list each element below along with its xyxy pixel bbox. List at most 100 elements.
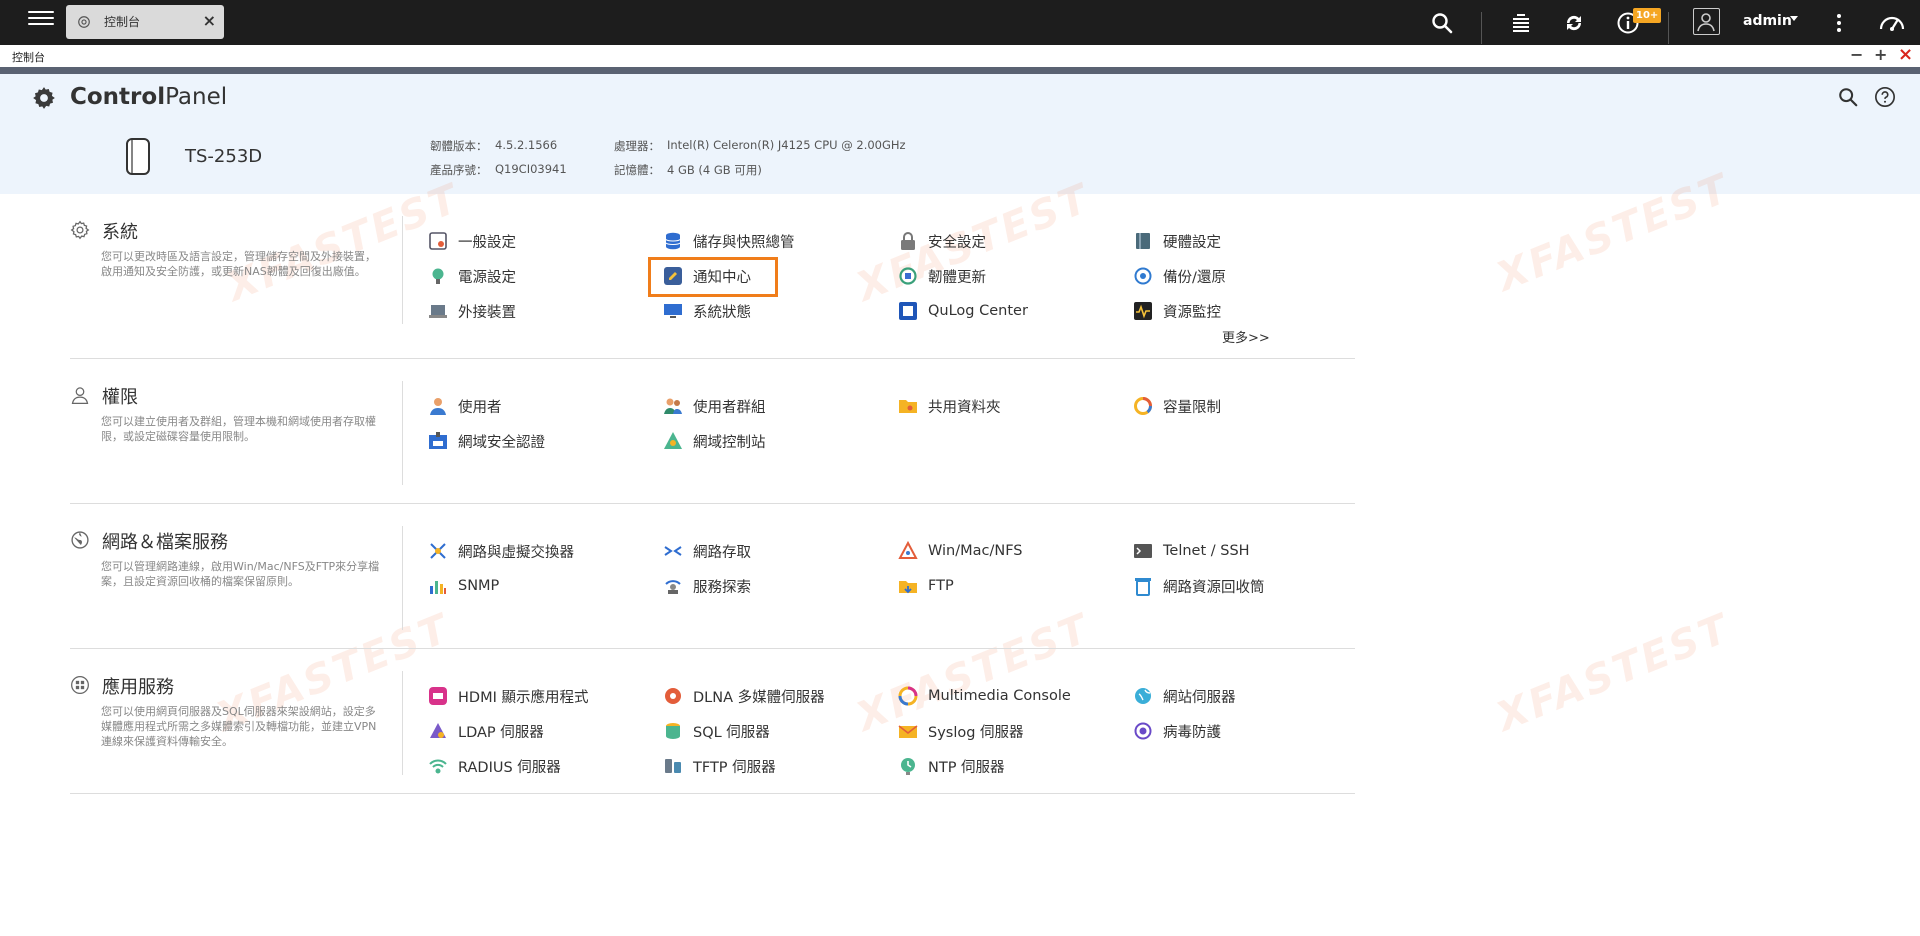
network-switch-icon xyxy=(430,543,446,559)
ftp-icon xyxy=(899,581,917,594)
item-domain-security[interactable]: 網域安全認證 xyxy=(428,429,545,453)
sync-icon[interactable] xyxy=(1562,11,1586,35)
item-network-access[interactable]: 網路存取 xyxy=(663,539,751,563)
app-tab-close-button[interactable]: × xyxy=(203,11,216,30)
main-menu-icon[interactable] xyxy=(28,9,54,35)
section-description: 您可以管理網路連線，啟用Win/Mac/NFS及FTP來分享檔案，且設定資源回收… xyxy=(101,560,380,588)
item-security[interactable]: 安全設定 xyxy=(898,229,986,253)
item-service-discovery[interactable]: 服務探索 xyxy=(663,574,751,598)
window-title-bar: 控制台 − + × xyxy=(0,45,1920,67)
item-hardware[interactable]: 硬體設定 xyxy=(1133,229,1221,253)
search-icon[interactable] xyxy=(1837,86,1859,108)
item-general-settings[interactable]: 一般設定 xyxy=(428,229,516,253)
user-avatar-icon[interactable] xyxy=(1693,8,1720,35)
item-shared-folders[interactable]: 共用資料夾 xyxy=(898,394,1001,418)
firmware-update-icon xyxy=(899,267,917,285)
hardware-icon xyxy=(1136,233,1150,249)
lightbulb-icon xyxy=(432,268,444,284)
resource-monitor-icon xyxy=(1134,302,1152,320)
user-icon xyxy=(430,398,446,415)
section-description: 您可以使用網頁伺服器及SQL伺服器來架設網站，設定多媒體應用程式所需之多媒體索引… xyxy=(101,705,377,748)
gear-outline-icon xyxy=(70,220,90,240)
item-snmp[interactable]: SNMP xyxy=(428,574,499,598)
chevron-down-icon[interactable] xyxy=(1790,16,1798,21)
nas-device-icon xyxy=(126,138,150,175)
qulog-icon xyxy=(899,302,917,320)
hdmi-icon xyxy=(429,687,447,705)
sql-database-icon xyxy=(666,723,680,739)
item-radius-server[interactable]: RADIUS 伺服器 xyxy=(428,754,561,778)
virus-shield-icon xyxy=(1134,722,1152,740)
more-vertical-icon[interactable] xyxy=(1827,11,1851,35)
app-tab-control-panel[interactable]: 控制台 × xyxy=(66,5,224,39)
section-divider xyxy=(70,358,1355,359)
item-sql-server[interactable]: SQL 伺服器 xyxy=(663,719,770,743)
item-resource-monitor[interactable]: 資源監控 xyxy=(1133,299,1221,323)
window-maximize-button[interactable]: + xyxy=(1874,46,1887,64)
gear-icon xyxy=(78,16,90,28)
ldap-icon xyxy=(430,723,446,738)
item-ftp[interactable]: FTP xyxy=(898,574,954,598)
item-win-mac-nfs[interactable]: Win/Mac/NFS xyxy=(898,539,1023,563)
item-multimedia-console[interactable]: Multimedia Console xyxy=(898,684,1071,708)
tftp-icon xyxy=(665,759,681,773)
window-close-button[interactable]: × xyxy=(1898,46,1913,64)
section-vertical-divider xyxy=(402,381,403,485)
firmware-label: 韌體版本： xyxy=(430,139,488,153)
cpu-value: Intel(R) Celeron(R) J4125 CPU @ 2.00GHz xyxy=(667,138,906,152)
window-title: 控制台 xyxy=(12,51,45,64)
control-panel-header: ControlPanel TS-253D 韌體版本： 4.5.2.1566 產品… xyxy=(0,74,1920,194)
more-link[interactable]: 更多>> xyxy=(1222,327,1270,346)
item-firmware-update[interactable]: 韌體更新 xyxy=(898,264,986,288)
item-tftp-server[interactable]: TFTP 伺服器 xyxy=(663,754,776,778)
item-user-groups[interactable]: 使用者群組 xyxy=(663,394,766,418)
backup-restore-icon xyxy=(1134,267,1152,285)
item-hdmi-display[interactable]: HDMI 顯示應用程式 xyxy=(428,684,588,708)
pie-quota-icon xyxy=(1134,397,1152,415)
page-title: ControlPanel xyxy=(70,84,228,110)
memory-value: 4 GB (4 GB 可用) xyxy=(667,163,762,177)
dashboard-gauge-icon[interactable] xyxy=(1878,9,1906,37)
window-minimize-button[interactable]: − xyxy=(1850,46,1863,64)
item-qulog-center[interactable]: QuLog Center xyxy=(898,299,1028,323)
laptop-icon xyxy=(429,305,447,318)
item-dlna-media-server[interactable]: DLNA 多媒體伺服器 xyxy=(663,684,825,708)
item-users[interactable]: 使用者 xyxy=(428,394,502,418)
folder-icon xyxy=(899,400,917,413)
item-ntp-server[interactable]: NTP 伺服器 xyxy=(898,754,1005,778)
lock-icon xyxy=(901,232,915,250)
section-divider xyxy=(70,648,1355,649)
item-network-virtual-switch[interactable]: 網路與虛擬交換器 xyxy=(428,539,574,563)
item-system-status[interactable]: 系統狀態 xyxy=(663,299,751,323)
help-icon[interactable] xyxy=(1874,86,1896,108)
item-syslog-server[interactable]: Syslog 伺服器 xyxy=(898,719,1024,743)
section-title: 系統 xyxy=(102,222,138,243)
win-mac-nfs-icon xyxy=(898,541,918,559)
highlight-box xyxy=(648,257,778,297)
user-group-icon xyxy=(664,398,682,414)
item-web-server[interactable]: 網站伺服器 xyxy=(1133,684,1236,708)
watermark: XFASTEST xyxy=(1490,605,1738,741)
item-backup-restore[interactable]: 備份/還原 xyxy=(1133,264,1226,288)
section-divider xyxy=(70,503,1355,504)
user-name[interactable]: admin xyxy=(1743,13,1792,29)
item-quota[interactable]: 容量限制 xyxy=(1133,394,1221,418)
window-accent-line xyxy=(0,67,1920,74)
item-antivirus[interactable]: 病毒防護 xyxy=(1133,719,1221,743)
item-ldap-server[interactable]: LDAP 伺服器 xyxy=(428,719,544,743)
user-outline-icon xyxy=(71,387,89,404)
task-stack-icon[interactable] xyxy=(1509,11,1533,35)
section-title: 權限 xyxy=(102,387,138,408)
item-external-devices[interactable]: 外接裝置 xyxy=(428,299,516,323)
dlna-icon xyxy=(665,688,681,704)
top-bar: 控制台 × 10+ admin xyxy=(0,0,1920,45)
search-icon[interactable] xyxy=(1430,11,1454,35)
item-network-recycle-bin[interactable]: 網路資源回收筒 xyxy=(1133,574,1265,598)
section-description: 您可以更改時區及語言設定，管理儲存空間及外接裝置，啟用通知及安全防護，或更新NA… xyxy=(101,250,376,278)
item-telnet-ssh[interactable]: Telnet / SSH xyxy=(1133,539,1250,563)
item-storage-snapshots[interactable]: 儲存與快照總管 xyxy=(663,229,795,253)
section-title: 網路＆檔案服務 xyxy=(102,532,228,553)
memory-label: 記憶體： xyxy=(614,163,660,177)
item-power[interactable]: 電源設定 xyxy=(428,264,516,288)
item-domain-controller[interactable]: 網域控制站 xyxy=(663,429,766,453)
